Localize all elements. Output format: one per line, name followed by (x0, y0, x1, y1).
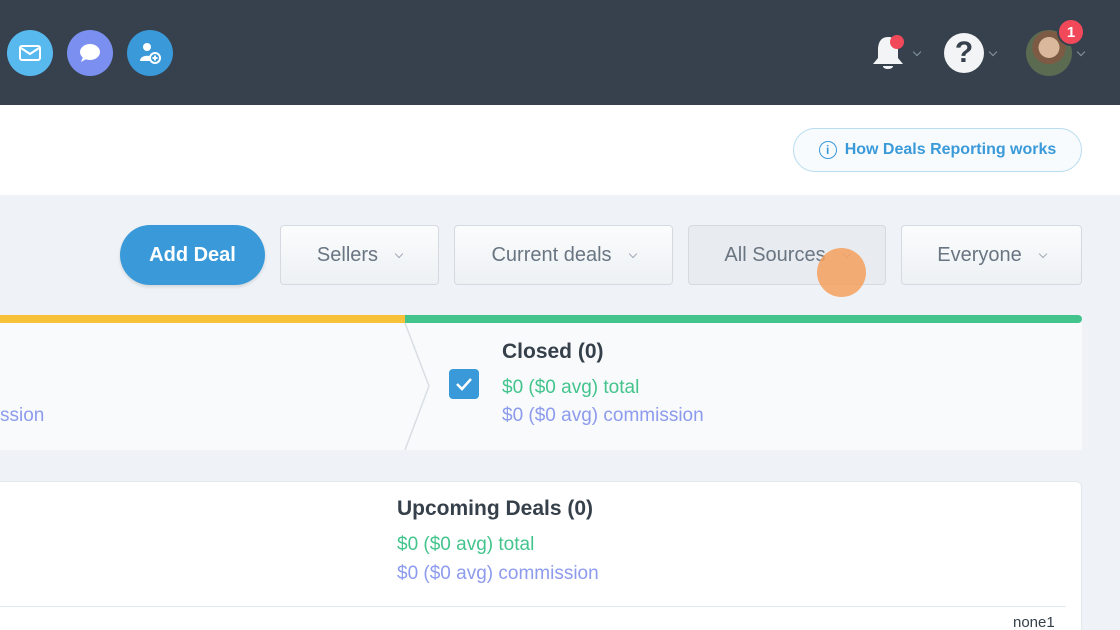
chevron-down-icon (1076, 47, 1086, 56)
chevron-down-icon (912, 47, 922, 56)
closed-stage-total: $0 ($0 avg) total (502, 377, 640, 398)
help-menu[interactable]: ? (944, 30, 998, 76)
filter-label: Current deals (491, 243, 612, 266)
stage-progress-bar-active (0, 315, 405, 323)
divider (0, 606, 1066, 607)
chevron-down-icon (988, 47, 998, 56)
upcoming-deals-total: $0 ($0 avg) total (397, 534, 535, 555)
add-deal-button[interactable]: Add Deal (120, 225, 265, 285)
notification-badge: 1 (1057, 18, 1085, 46)
mail-icon[interactable] (7, 30, 53, 76)
stage-progress-bar-closed (405, 315, 1082, 323)
click-indicator (817, 248, 866, 297)
filter-label: Everyone (937, 243, 1022, 266)
checkmark-icon (456, 378, 472, 391)
filter-label: All Sources (724, 243, 826, 266)
help-icon: ? (944, 33, 984, 73)
info-icon: i (818, 141, 837, 159)
user-add-icon[interactable] (127, 30, 173, 76)
chevron-down-icon (394, 249, 404, 258)
how-deals-reporting-label: How Deals Reporting works (844, 141, 1057, 158)
previous-stage-commission: ssion (0, 405, 45, 426)
row-label: none1 (1013, 614, 1055, 630)
upcoming-deals-title: Upcoming Deals (0) (397, 497, 594, 520)
closed-stage-commission: $0 ($0 avg) commission (502, 405, 704, 426)
chevron-down-icon (1038, 249, 1047, 258)
owner-filter-dropdown[interactable]: Everyone (901, 225, 1082, 285)
deal-status-filter-dropdown[interactable]: Current deals (454, 225, 673, 285)
filter-label: Sellers (316, 243, 379, 266)
stage-separator-chevron (404, 323, 430, 450)
closed-stage-checkbox[interactable] (449, 369, 479, 399)
sellers-filter-dropdown[interactable]: Sellers (280, 225, 439, 285)
chevron-down-icon (628, 249, 637, 258)
closed-stage-title: Closed (0) (502, 340, 604, 363)
notification-dot (890, 35, 904, 49)
upcoming-deals-commission: $0 ($0 avg) commission (397, 563, 599, 584)
chat-icon[interactable] (67, 30, 113, 76)
how-deals-reporting-works-button[interactable]: i How Deals Reporting works (793, 128, 1082, 172)
